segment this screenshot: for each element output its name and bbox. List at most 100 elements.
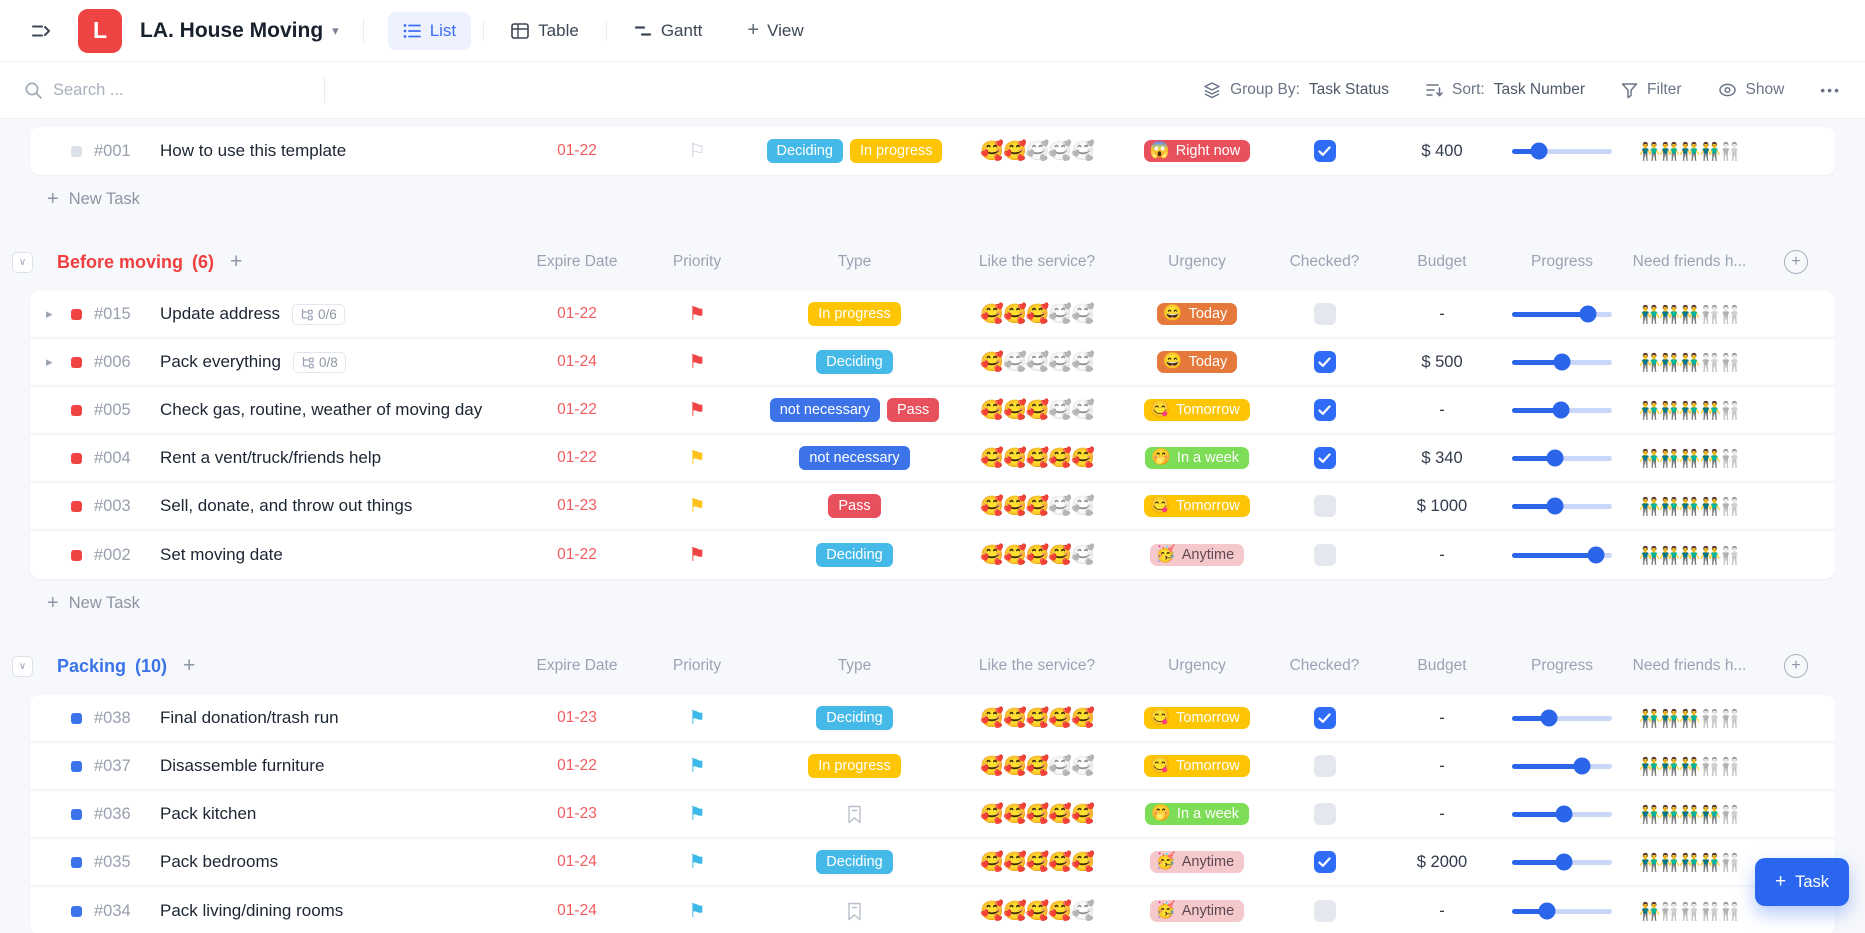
checked-cell[interactable] xyxy=(1267,707,1382,729)
friends-emoji[interactable]: 👬 xyxy=(1700,903,1720,920)
like-emoji[interactable]: 🥰 xyxy=(1003,902,1026,921)
progress-slider-thumb[interactable] xyxy=(1556,854,1573,871)
priority-cell[interactable]: ⚑ xyxy=(632,757,762,776)
checkbox[interactable] xyxy=(1314,140,1336,162)
progress-slider[interactable] xyxy=(1512,909,1612,914)
progress-cell[interactable] xyxy=(1502,909,1622,914)
status-dot[interactable] xyxy=(71,809,82,820)
urgency-cell[interactable]: 🤭 In a week xyxy=(1127,803,1267,825)
group-by-control[interactable]: Group By: Task Status xyxy=(1203,81,1389,99)
like-emoji[interactable]: 🥰 xyxy=(1048,353,1071,372)
priority-cell[interactable]: ⚑ xyxy=(632,709,762,728)
like-emoji[interactable]: 🥰 xyxy=(1048,497,1071,516)
friends-emoji[interactable]: 👬 xyxy=(1679,498,1699,515)
priority-cell[interactable]: ⚑ xyxy=(632,353,762,372)
status-dot[interactable] xyxy=(71,309,82,320)
friends-cell[interactable]: 👬👬👬👬👬 xyxy=(1622,758,1757,775)
checkbox[interactable] xyxy=(1314,707,1336,729)
budget-cell[interactable]: $ 500 xyxy=(1382,353,1502,372)
checked-cell[interactable] xyxy=(1267,803,1382,825)
add-column-button[interactable]: + xyxy=(1784,250,1808,274)
friends-emoji[interactable]: 👬 xyxy=(1679,402,1699,419)
urgency-cell[interactable]: 😄 Today xyxy=(1127,303,1267,325)
like-emoji[interactable]: 🥰 xyxy=(1048,142,1071,161)
friends-cell[interactable]: 👬👬👬👬👬 xyxy=(1622,354,1757,371)
like-emoji[interactable]: 🥰 xyxy=(1003,709,1026,728)
show-button[interactable]: Show xyxy=(1718,81,1785,99)
priority-cell[interactable]: ⚑ xyxy=(632,546,762,565)
like-service-cell[interactable]: 🥰🥰🥰🥰🥰 xyxy=(947,805,1127,824)
like-emoji[interactable]: 🥰 xyxy=(1003,449,1026,468)
like-emoji[interactable]: 🥰 xyxy=(1048,805,1071,824)
subtask-badge[interactable]: 0/6 xyxy=(292,304,345,325)
more-options-button[interactable]: ••• xyxy=(1820,82,1841,98)
expire-date-cell[interactable]: 01-24 xyxy=(522,853,632,871)
friends-emoji[interactable]: 👬 xyxy=(1639,143,1659,160)
like-emoji[interactable]: 🥰 xyxy=(1003,142,1026,161)
like-emoji[interactable]: 🥰 xyxy=(980,497,1003,516)
like-emoji[interactable]: 🥰 xyxy=(1003,757,1026,776)
friends-emoji[interactable]: 👬 xyxy=(1659,306,1679,323)
expire-date-cell[interactable]: 01-23 xyxy=(522,709,632,727)
progress-cell[interactable] xyxy=(1502,456,1622,461)
priority-cell[interactable]: ⚑ xyxy=(632,805,762,824)
friends-cell[interactable]: 👬👬👬👬👬 xyxy=(1622,547,1757,564)
like-service-cell[interactable]: 🥰🥰🥰🥰🥰 xyxy=(947,353,1127,372)
budget-cell[interactable]: - xyxy=(1382,305,1502,324)
group-collapse-button[interactable]: ∨ xyxy=(12,252,33,273)
like-service-cell[interactable]: 🥰🥰🥰🥰🥰 xyxy=(947,546,1127,565)
priority-cell[interactable]: ⚑ xyxy=(632,853,762,872)
type-cell[interactable] xyxy=(762,902,947,921)
friends-emoji[interactable]: 👬 xyxy=(1679,450,1699,467)
checkbox[interactable] xyxy=(1314,303,1336,325)
group-add-task-button[interactable]: + xyxy=(183,654,195,678)
like-emoji[interactable]: 🥰 xyxy=(1026,805,1049,824)
friends-cell[interactable]: 👬👬👬👬👬 xyxy=(1622,450,1757,467)
like-emoji[interactable]: 🥰 xyxy=(1003,353,1026,372)
expire-date-cell[interactable]: 01-22 xyxy=(522,401,632,419)
progress-cell[interactable] xyxy=(1502,764,1622,769)
add-task-fab[interactable]: + Task xyxy=(1755,858,1849,906)
like-emoji[interactable]: 🥰 xyxy=(1003,853,1026,872)
friends-emoji[interactable]: 👬 xyxy=(1639,806,1659,823)
like-service-cell[interactable]: 🥰🥰🥰🥰🥰 xyxy=(947,401,1127,420)
workspace-logo[interactable]: L xyxy=(78,9,122,53)
progress-slider[interactable] xyxy=(1512,812,1612,817)
subtask-badge[interactable]: 0/8 xyxy=(293,352,346,373)
friends-cell[interactable]: 👬👬👬👬👬 xyxy=(1622,143,1757,160)
friends-emoji[interactable]: 👬 xyxy=(1720,758,1740,775)
group-add-task-button[interactable]: + xyxy=(230,250,242,274)
progress-slider[interactable] xyxy=(1512,553,1612,558)
progress-slider-thumb[interactable] xyxy=(1547,498,1564,515)
like-emoji[interactable]: 🥰 xyxy=(1026,449,1049,468)
like-emoji[interactable]: 🥰 xyxy=(980,757,1003,776)
progress-cell[interactable] xyxy=(1502,553,1622,558)
like-emoji[interactable]: 🥰 xyxy=(1048,546,1071,565)
like-emoji[interactable]: 🥰 xyxy=(1026,757,1049,776)
progress-cell[interactable] xyxy=(1502,312,1622,317)
urgency-cell[interactable]: 😄 Today xyxy=(1127,351,1267,373)
expand-arrow-icon[interactable]: ▸ xyxy=(46,354,66,370)
task-row[interactable]: #038 Final donation/trash run 01-23 ⚑ De… xyxy=(30,695,1835,743)
friends-cell[interactable]: 👬👬👬👬👬 xyxy=(1622,903,1757,920)
expire-date-cell[interactable]: 01-22 xyxy=(522,449,632,467)
friends-emoji[interactable]: 👬 xyxy=(1720,710,1740,727)
urgency-cell[interactable]: 😋 Tomorrow xyxy=(1127,755,1267,777)
task-row[interactable]: #036 Pack kitchen 01-23 ⚑ 🥰🥰🥰🥰🥰 🤭 In a w… xyxy=(30,791,1835,839)
like-emoji[interactable]: 🥰 xyxy=(1003,305,1026,324)
add-column-button[interactable]: + xyxy=(1784,654,1808,678)
like-emoji[interactable]: 🥰 xyxy=(1071,853,1094,872)
task-row[interactable]: #035 Pack bedrooms 01-24 ⚑ Deciding 🥰🥰🥰🥰… xyxy=(30,839,1835,887)
progress-cell[interactable] xyxy=(1502,716,1622,721)
progress-cell[interactable] xyxy=(1502,812,1622,817)
task-row[interactable]: #002 Set moving date 01-22 ⚑ Deciding 🥰🥰… xyxy=(30,531,1835,579)
budget-cell[interactable]: - xyxy=(1382,401,1502,420)
budget-cell[interactable]: - xyxy=(1382,805,1502,824)
friends-emoji[interactable]: 👬 xyxy=(1659,854,1679,871)
checkbox[interactable] xyxy=(1314,544,1336,566)
friends-emoji[interactable]: 👬 xyxy=(1700,547,1720,564)
checked-cell[interactable] xyxy=(1267,851,1382,873)
like-service-cell[interactable]: 🥰🥰🥰🥰🥰 xyxy=(947,305,1127,324)
status-dot[interactable] xyxy=(71,501,82,512)
like-emoji[interactable]: 🥰 xyxy=(1048,401,1071,420)
